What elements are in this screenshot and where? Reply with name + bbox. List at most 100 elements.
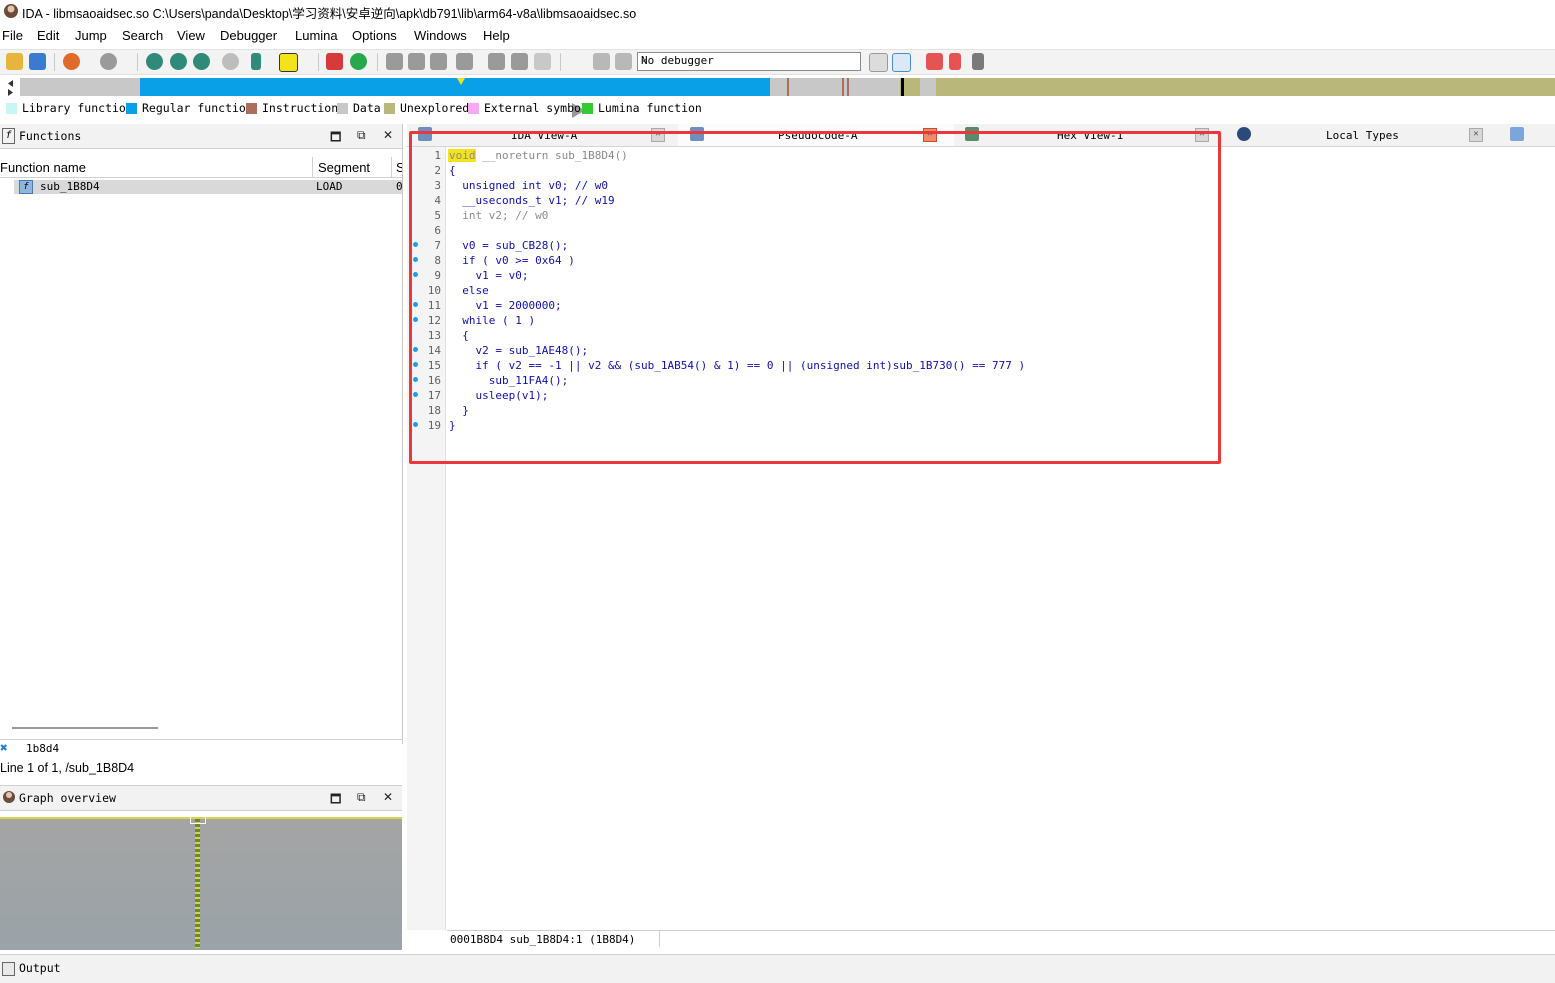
pause-icon[interactable] [593, 53, 610, 70]
back-icon[interactable] [63, 53, 80, 70]
pseudocode-status-bar: 0001B8D4 sub_1B8D4:1 (1B8D4) [447, 930, 1555, 947]
tab-local-types[interactable]: Local Types ✕ [1230, 124, 1500, 146]
chevron-down-icon: ⌄ [641, 53, 648, 64]
red-highlight-annotation [409, 131, 1221, 464]
ida-icon [4, 4, 18, 18]
menu-file[interactable]: File [2, 28, 23, 43]
menu-debugger[interactable]: Debugger [220, 28, 277, 43]
legend-external-symbol: External symbol [484, 101, 588, 115]
address-status: 0001B8D4 sub_1B8D4:1 (1B8D4) [450, 933, 636, 946]
legend-swatch [126, 103, 137, 114]
functions-panel: f Functions 🗖 ⧉ ✕ Function name Segment … [0, 124, 403, 744]
window-title: IDA - libmsaoaidsec.so C:\Users\panda\De… [22, 7, 637, 21]
legend-swatch [582, 103, 593, 114]
jump-address-icon[interactable] [222, 53, 239, 70]
debugger-select[interactable]: No debugger ⌄ [637, 52, 861, 71]
function-icon: f [19, 180, 33, 194]
legend: Library function Regular function Instru… [0, 101, 1555, 117]
legend-unexplored: Unexplored [400, 101, 470, 115]
horizontal-scrollbar[interactable] [12, 727, 158, 729]
functions-status: Line 1 of 1, /sub_1B8D4 [0, 761, 135, 775]
exports-icon[interactable] [456, 53, 473, 70]
graph-overview-title: Graph overview [19, 791, 116, 805]
string-icon[interactable] [279, 53, 298, 72]
list-icon[interactable] [972, 53, 984, 70]
menu-help[interactable]: Help [483, 28, 510, 43]
graph-overview-canvas[interactable] [0, 816, 402, 950]
filter-bar: ✖ 1b8d4 [0, 739, 402, 758]
structures-icon[interactable] [488, 53, 505, 70]
functions-panel-title: Functions [19, 129, 82, 143]
title-bar: IDA - libmsaoaidsec.so C:\Users\panda\De… [0, 0, 1555, 22]
close-tab-icon[interactable]: ✕ [1469, 128, 1483, 142]
function-icon: f [2, 128, 15, 144]
stop-icon[interactable] [615, 53, 632, 70]
text-view-icon[interactable] [170, 53, 187, 70]
nav-arrows-icon[interactable] [5, 79, 15, 97]
menu-options[interactable]: Options [352, 28, 397, 43]
functions-table-header: Function name Segment S [0, 157, 402, 178]
legend-swatch [384, 103, 395, 114]
menu-windows[interactable]: Windows [414, 28, 467, 43]
legend-swatch [6, 103, 17, 114]
column-segment[interactable]: Segment [318, 160, 370, 175]
close-icon[interactable]: ✕ [383, 790, 393, 804]
menu-search[interactable]: Search [122, 28, 163, 43]
menu-view[interactable]: View [177, 28, 205, 43]
names-icon[interactable] [408, 53, 425, 70]
lumina-icon[interactable] [350, 53, 367, 70]
graph-overview-header: Graph overview 🗖 ⧉ ✕ [0, 785, 402, 811]
segment-cell: LOAD [316, 180, 343, 193]
navigation-band[interactable] [20, 78, 1555, 96]
graph-overview-panel: Graph overview 🗖 ⧉ ✕ [0, 785, 402, 950]
c-refresh-icon[interactable] [892, 53, 911, 72]
legend-regular-function: Regular function [142, 101, 253, 115]
legend-swatch [246, 103, 257, 114]
close-filter-icon[interactable]: ✖ [0, 741, 8, 756]
breakpoint-list-icon[interactable] [926, 53, 943, 70]
column-start[interactable]: S [396, 160, 402, 175]
maximize-icon[interactable]: 🗖 [330, 128, 341, 149]
forward-icon[interactable] [100, 53, 117, 70]
tab-overflow-icon[interactable] [1510, 127, 1524, 141]
settings-icon[interactable] [534, 53, 551, 70]
restore-icon[interactable]: ⧉ [357, 128, 366, 143]
table-row[interactable]: f sub_1B8D4 LOAD 0 [14, 180, 403, 194]
graph-viewport[interactable] [190, 816, 206, 824]
patch-icon[interactable] [511, 53, 528, 70]
menu-jump[interactable]: Jump [75, 28, 107, 43]
maximize-icon[interactable]: 🗖 [330, 790, 341, 811]
c-icon[interactable] [869, 53, 888, 72]
legend-library-function: Library function [22, 101, 133, 115]
restore-icon[interactable]: ⧉ [357, 790, 366, 805]
filter-input[interactable]: 1b8d4 [26, 742, 59, 755]
graph-node-strip [195, 819, 200, 948]
legend-lumina-function: Lumina function [598, 101, 702, 115]
create-function-icon[interactable] [146, 53, 163, 70]
menu-edit[interactable]: Edit [37, 28, 59, 43]
open-icon[interactable] [6, 53, 23, 70]
graph-view-icon[interactable] [193, 53, 210, 70]
output-title: Output [19, 961, 61, 975]
legend-swatch [468, 103, 479, 114]
start-cell: 0 [396, 180, 403, 193]
step-into-icon[interactable] [251, 53, 261, 70]
info-icon [1237, 127, 1251, 141]
column-function-name[interactable]: Function name [0, 160, 86, 175]
function-name-cell: sub_1B8D4 [40, 180, 100, 193]
legend-swatch [337, 103, 348, 114]
output-panel-bar[interactable]: Output [0, 954, 1555, 983]
close-icon[interactable]: ✕ [383, 128, 393, 142]
tab-label: Local Types [1326, 129, 1399, 142]
functions-panel-header: f Functions 🗖 ⧉ ✕ [0, 124, 402, 149]
nav-cursor-icon [457, 78, 465, 85]
breakpoint-icon[interactable] [326, 53, 343, 70]
imports-icon[interactable] [430, 53, 447, 70]
segments-icon[interactable] [386, 53, 403, 70]
graph-icon [3, 791, 15, 803]
menu-bar: File Edit Jump Search View Debugger Lumi… [0, 26, 1555, 46]
save-icon[interactable] [29, 53, 46, 70]
trace-icon[interactable] [949, 53, 961, 70]
legend-data: Data [353, 101, 381, 115]
menu-lumina[interactable]: Lumina [295, 28, 338, 43]
